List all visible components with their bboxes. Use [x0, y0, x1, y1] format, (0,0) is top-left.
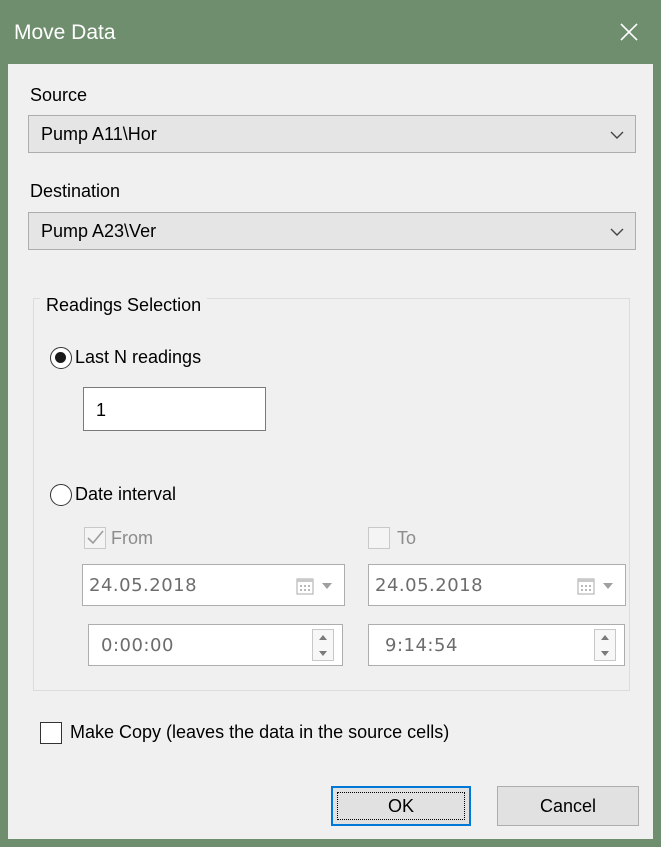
to-label: To [397, 528, 417, 548]
to-date-picker[interactable]: 24.05.2018 [368, 564, 626, 606]
from-time-spinner[interactable] [312, 629, 334, 661]
from-date-value: 24.05.2018 [89, 575, 198, 596]
to-time-value: 9:14:54 [385, 635, 458, 656]
last-n-value: 1 [96, 400, 107, 420]
to-time-picker[interactable]: 9:14:54 [368, 624, 625, 666]
readings-selection-legend: Readings Selection [40, 295, 208, 316]
readings-area: Readings Selection Last N readings 1 Dat… [8, 64, 653, 839]
cancel-button-label: Cancel [539, 795, 597, 816]
last-n-label[interactable]: Last N readings [75, 347, 201, 368]
calendar-icon [296, 578, 314, 595]
ok-button[interactable]: OK [331, 786, 471, 826]
from-label: From [111, 528, 153, 548]
last-n-input[interactable]: 1 [83, 387, 266, 431]
from-date-picker[interactable]: 24.05.2018 [82, 564, 345, 606]
cancel-button[interactable]: Cancel [497, 786, 639, 826]
last-n-radio[interactable] [50, 347, 72, 369]
date-interval-label[interactable]: Date interval [75, 484, 176, 505]
spin-up-icon[interactable] [313, 630, 333, 645]
from-time-value: 0:00:00 [101, 635, 174, 656]
move-data-dialog: Move Data Source Pump A11\Hor Destinatio… [0, 0, 661, 847]
spin-down-icon[interactable] [595, 645, 615, 660]
calendar-icon [577, 578, 595, 595]
from-checkbox[interactable] [84, 527, 106, 549]
to-checkbox[interactable] [368, 527, 390, 549]
window-title: Move Data [14, 21, 116, 44]
date-interval-radio[interactable] [50, 484, 72, 506]
from-time-picker[interactable]: 0:00:00 [88, 624, 343, 666]
focus-rectangle [337, 792, 465, 820]
spin-up-icon[interactable] [595, 630, 615, 645]
spin-down-icon[interactable] [313, 645, 333, 660]
to-time-spinner[interactable] [594, 629, 616, 661]
dropdown-arrow-icon [322, 583, 332, 589]
close-button[interactable] [597, 0, 661, 64]
title-bar[interactable]: Move Data [0, 0, 661, 64]
dropdown-arrow-icon [603, 583, 613, 589]
close-icon [620, 23, 638, 41]
checkmark-icon [87, 530, 104, 545]
to-date-value: 24.05.2018 [375, 575, 484, 596]
make-copy-checkbox[interactable] [40, 722, 62, 744]
radio-selected-dot [55, 352, 66, 363]
make-copy-label[interactable]: Make Copy (leaves the data in the source… [70, 722, 449, 743]
